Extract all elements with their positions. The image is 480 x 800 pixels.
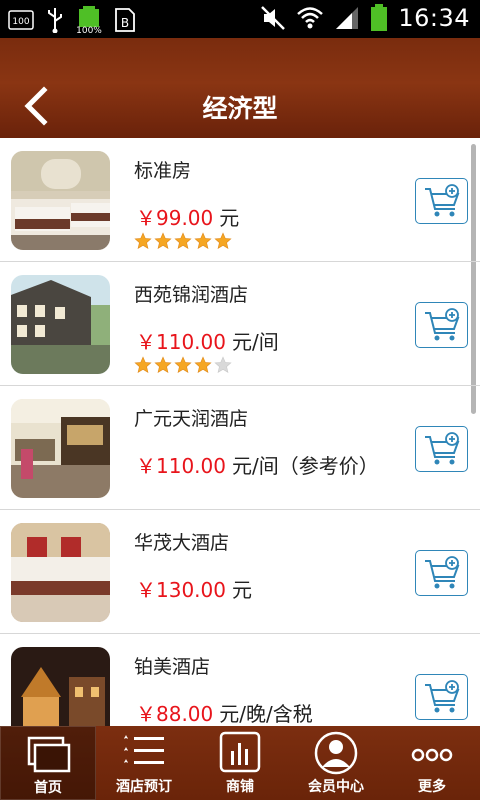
cart-add-icon <box>425 432 460 465</box>
star-filled-icon <box>194 356 212 373</box>
page-title: 经济型 <box>202 94 278 123</box>
hotel-name: 铂美酒店 <box>134 656 211 678</box>
hotel-thumbnail <box>11 151 110 250</box>
nav-item-home[interactable]: 首页 <box>0 726 96 800</box>
list-item[interactable]: 广元天润酒店 ￥110.00 元/间（参考价） <box>0 386 480 510</box>
price-unit: 元/晚/含税 <box>219 702 313 726</box>
nav-item-more[interactable]: 更多 <box>384 726 480 800</box>
star-filled-icon <box>194 232 212 249</box>
list-item[interactable]: 铂美酒店 ￥88.00 元/晚/含税 <box>0 634 480 726</box>
cart-add-icon <box>425 556 460 589</box>
add-to-cart-button[interactable] <box>415 302 468 348</box>
signal-icon <box>336 7 359 29</box>
hotel-price-line: ￥110.00 元/间（参考价） <box>136 450 379 479</box>
star-filled-icon <box>134 232 152 249</box>
home-windows-icon <box>27 736 71 773</box>
hotel-price-line: ￥130.00 元 <box>136 574 252 603</box>
title-bar: 经济型 <box>0 38 480 138</box>
star-empty-icon <box>214 356 232 373</box>
nav-item-shop[interactable]: 商铺 <box>192 726 288 800</box>
nav-item-member-center[interactable]: 会员中心 <box>288 726 384 800</box>
price-unit: 元/间（参考价） <box>231 454 379 478</box>
hotel-price: ￥99.00 <box>136 206 214 230</box>
star-filled-icon <box>214 232 232 249</box>
price-unit: 元 <box>219 206 240 230</box>
hotel-thumbnail <box>11 275 110 374</box>
star-rating <box>134 356 232 374</box>
hotel-price: ￥130.00 <box>136 578 226 602</box>
hotel-name: 西苑锦润酒店 <box>134 284 249 306</box>
price-unit: 元 <box>231 578 252 602</box>
shop-bars-icon <box>219 731 261 773</box>
nav-label: 首页 <box>34 780 62 796</box>
nav-label: 会员中心 <box>308 779 364 795</box>
battery-icon <box>371 4 388 31</box>
usb-icon <box>48 8 62 33</box>
svg-text:B: B <box>121 16 129 30</box>
star-filled-icon <box>174 356 192 373</box>
hotel-name: 广元天润酒店 <box>134 408 249 430</box>
star-list-icon <box>124 735 164 764</box>
cart-add-icon <box>425 184 460 217</box>
hotel-name: 华茂大酒店 <box>134 532 230 554</box>
hotel-name: 标准房 <box>134 160 192 182</box>
hotel-price-line: ￥99.00 元 <box>136 202 239 231</box>
status-bar: 100 100% B 16:34 <box>0 0 480 38</box>
list-item[interactable]: 西苑锦润酒店 ￥110.00 元/间 <box>0 262 480 386</box>
add-to-cart-button[interactable] <box>415 550 468 596</box>
list-item[interactable]: 华茂大酒店 ￥130.00 元 <box>0 510 480 634</box>
hotel-thumbnail <box>11 523 110 622</box>
cart-add-icon <box>425 680 460 713</box>
star-filled-icon <box>134 356 152 373</box>
star-rating <box>134 232 232 250</box>
star-filled-icon <box>174 232 192 249</box>
sd-card-100-icon: 100 <box>8 10 34 30</box>
star-filled-icon <box>154 356 172 373</box>
nav-label: 商铺 <box>226 779 254 795</box>
news-icon: B <box>115 8 135 32</box>
hotel-price: ￥88.00 <box>136 702 214 726</box>
battery-percent: 100% <box>76 26 102 36</box>
hotel-price: ￥110.00 <box>136 330 226 354</box>
nav-label: 更多 <box>418 779 446 795</box>
user-avatar-icon <box>314 731 358 775</box>
clock-time: 16:34 <box>398 4 470 32</box>
hotel-thumbnail <box>11 647 110 726</box>
svg-text:100: 100 <box>12 17 29 27</box>
bottom-nav: 首页 酒店预订 商铺 会员中心 更多 <box>0 726 480 800</box>
hotel-price-line: ￥110.00 元/间 <box>136 326 279 355</box>
star-filled-icon <box>154 232 172 249</box>
hotel-list[interactable]: 标准房 ￥99.00 元 西苑锦润酒店 ￥110.00 元/间 广元天润酒店 ￥… <box>0 138 480 726</box>
hotel-price: ￥110.00 <box>136 454 226 478</box>
add-to-cart-button[interactable] <box>415 178 468 224</box>
more-dots-icon <box>411 748 453 762</box>
add-to-cart-button[interactable] <box>415 674 468 720</box>
nav-label: 酒店预订 <box>116 779 172 795</box>
wifi-icon <box>297 7 324 29</box>
cart-add-icon <box>425 308 460 341</box>
nav-item-hotel-booking[interactable]: 酒店预订 <box>96 726 192 800</box>
mute-icon <box>261 6 286 30</box>
hotel-price-line: ￥88.00 元/晚/含税 <box>136 698 313 726</box>
price-unit: 元/间 <box>231 330 279 354</box>
list-item[interactable]: 标准房 ￥99.00 元 <box>0 138 480 262</box>
battery-full-icon: 100% <box>76 6 102 36</box>
add-to-cart-button[interactable] <box>415 426 468 472</box>
hotel-thumbnail <box>11 399 110 498</box>
